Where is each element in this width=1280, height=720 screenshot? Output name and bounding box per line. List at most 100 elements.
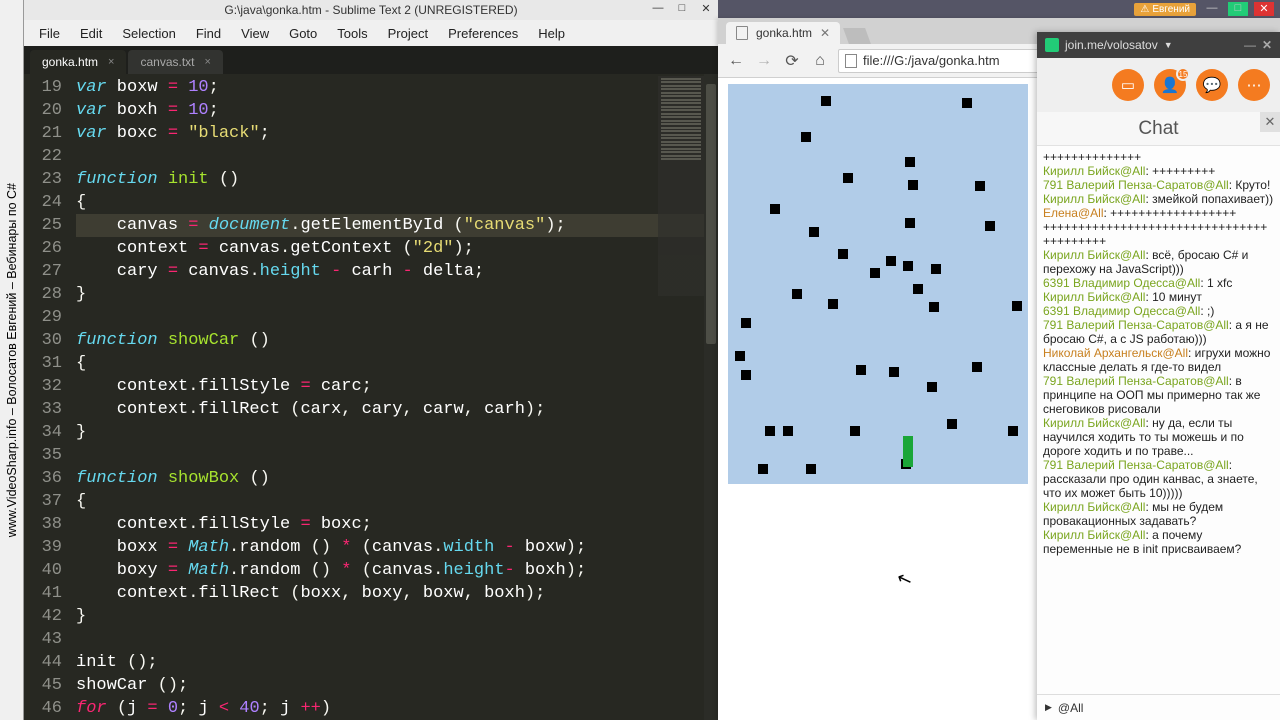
menu-edit[interactable]: Edit xyxy=(71,23,111,44)
participants-button[interactable]: 👤15 xyxy=(1154,69,1186,101)
vertical-credit-text: www.VideoSharp.info – Волосатов Евгений … xyxy=(5,183,19,537)
menu-file[interactable]: File xyxy=(30,23,69,44)
chat-close-button[interactable]: ✕ xyxy=(1260,112,1280,132)
tab-close-icon[interactable]: ✕ xyxy=(820,26,830,40)
chat-input-text: @All xyxy=(1058,701,1084,715)
menu-goto[interactable]: Goto xyxy=(280,23,326,44)
sublime-titlebar[interactable]: G:\java\gonka.htm - Sublime Text 2 (UNRE… xyxy=(24,0,718,20)
box-sprite xyxy=(1012,301,1022,311)
chat-title: Chat xyxy=(1138,118,1178,140)
tab-label: gonka.htm xyxy=(756,26,812,40)
mouse-cursor-icon: ↖ xyxy=(894,567,915,592)
box-sprite xyxy=(806,464,816,474)
code-editor[interactable]: 1920212223242526272829303132333435363738… xyxy=(24,74,718,720)
minimize-button[interactable]: — xyxy=(650,2,666,15)
vertical-credit-bar: www.VideoSharp.info – Волосатов Евгений … xyxy=(0,0,24,720)
minimap[interactable] xyxy=(658,76,704,296)
menu-project[interactable]: Project xyxy=(379,23,437,44)
chrome-user-badge[interactable]: ⚠ Евгений xyxy=(1134,3,1196,16)
tab-close-icon[interactable]: × xyxy=(205,56,211,68)
box-sprite xyxy=(903,261,913,271)
menu-help[interactable]: Help xyxy=(529,23,574,44)
os-minimize-button[interactable]: — xyxy=(1202,2,1222,16)
chat-message: ++++++++++++++++++++++++++++++++++++++++… xyxy=(1043,220,1274,248)
box-sprite xyxy=(905,218,915,228)
joinme-titlebar[interactable]: join.me/volosatov ▼ — ✕ xyxy=(1037,32,1280,58)
box-sprite xyxy=(735,351,745,361)
chat-message: 791 Валерий Пенза-Саратов@All: в принцип… xyxy=(1043,374,1274,416)
screen-share-button[interactable]: ▭ xyxy=(1112,69,1144,101)
maximize-button[interactable]: □ xyxy=(674,2,690,15)
menu-tools[interactable]: Tools xyxy=(328,23,376,44)
box-sprite xyxy=(828,299,838,309)
box-sprite xyxy=(889,367,899,377)
os-maximize-button[interactable]: □ xyxy=(1228,2,1248,16)
chat-message: Елена@All: ++++++++++++++++++ xyxy=(1043,206,1274,220)
chat-button[interactable]: 💬 xyxy=(1196,69,1228,101)
box-sprite xyxy=(770,204,780,214)
forward-button[interactable]: → xyxy=(754,51,774,71)
chat-message: 791 Валерий Пенза-Саратов@All: а я не бр… xyxy=(1043,318,1274,346)
home-button[interactable]: ⌂ xyxy=(810,51,830,71)
chat-message: Кирилл Бийск@All: а почему переменные не… xyxy=(1043,528,1274,556)
code-area[interactable]: var boxw = 10;var boxh = 10;var boxc = "… xyxy=(72,74,718,720)
browser-tab[interactable]: gonka.htm ✕ xyxy=(726,22,840,44)
scrollbar-thumb[interactable] xyxy=(706,84,716,344)
box-sprite xyxy=(975,181,985,191)
chat-messages[interactable]: ++++++++++++++Кирилл Бийск@All: ++++++++… xyxy=(1037,146,1280,694)
chat-message: Николай Архангельск@All: игрухи можно кл… xyxy=(1043,346,1274,374)
chat-message: Кирилл Бийск@All: ну да, если ты научилс… xyxy=(1043,416,1274,458)
box-sprite xyxy=(765,426,775,436)
joinme-close-button[interactable]: ✕ xyxy=(1262,38,1272,52)
box-sprite xyxy=(927,382,937,392)
back-button[interactable]: ← xyxy=(726,51,746,71)
new-tab-button[interactable] xyxy=(843,28,871,44)
box-sprite xyxy=(913,284,923,294)
caret-right-icon: ▶ xyxy=(1045,702,1052,713)
editor-tab[interactable]: canvas.txt× xyxy=(128,50,222,74)
close-button[interactable]: ✕ xyxy=(698,2,714,15)
sublime-menubar[interactable]: FileEditSelectionFindViewGotoToolsProjec… xyxy=(24,20,718,46)
menu-view[interactable]: View xyxy=(232,23,278,44)
chat-message: Кирилл Бийск@All: всё, бросаю C# и перех… xyxy=(1043,248,1274,276)
chat-message: 6391 Владимир Одесса@All: ;) xyxy=(1043,304,1274,318)
os-close-button[interactable]: ✕ xyxy=(1254,2,1274,16)
chat-message: Кирилл Бийск@All: +++++++++ xyxy=(1043,164,1274,178)
chat-message: Кирилл Бийск@All: 10 минут xyxy=(1043,290,1274,304)
participants-count: 15 xyxy=(1176,67,1190,81)
chat-message: Кирилл Бийск@All: мы не будем провакацио… xyxy=(1043,500,1274,528)
editor-tab[interactable]: gonka.htm× xyxy=(30,50,126,74)
menu-find[interactable]: Find xyxy=(187,23,230,44)
menu-preferences[interactable]: Preferences xyxy=(439,23,527,44)
page-icon xyxy=(736,26,748,40)
menu-selection[interactable]: Selection xyxy=(113,23,184,44)
box-sprite xyxy=(962,98,972,108)
box-sprite xyxy=(1008,426,1018,436)
box-sprite xyxy=(856,365,866,375)
box-sprite xyxy=(821,96,831,106)
chevron-down-icon[interactable]: ▼ xyxy=(1164,40,1173,50)
chat-header: Chat ✕ xyxy=(1037,112,1280,146)
canvas-area[interactable] xyxy=(728,84,1028,484)
box-sprite xyxy=(741,370,751,380)
box-sprite xyxy=(838,249,848,259)
box-sprite xyxy=(972,362,982,372)
chat-message: 791 Валерий Пенза-Саратов@All: рассказал… xyxy=(1043,458,1274,500)
joinme-minimize-button[interactable]: — xyxy=(1244,38,1256,52)
sublime-window: G:\java\gonka.htm - Sublime Text 2 (UNRE… xyxy=(24,0,718,720)
joinme-title: join.me/volosatov xyxy=(1065,38,1158,52)
line-gutter: 1920212223242526272829303132333435363738… xyxy=(24,74,72,720)
editor-scrollbar[interactable] xyxy=(704,74,718,720)
box-sprite xyxy=(792,289,802,299)
chat-message: Кирилл Бийск@All: змейкой попахивает)) xyxy=(1043,192,1274,206)
chat-input[interactable]: ▶ @All xyxy=(1037,694,1280,720)
more-button[interactable]: ⋯ xyxy=(1238,69,1270,101)
box-sprite xyxy=(801,132,811,142)
joinme-toolbar: ▭ 👤15 💬 ⋯ xyxy=(1037,58,1280,112)
box-sprite xyxy=(985,221,995,231)
box-sprite xyxy=(929,302,939,312)
sublime-tabbar[interactable]: gonka.htm×canvas.txt× xyxy=(24,46,718,74)
reload-button[interactable]: ⟳ xyxy=(782,51,802,71)
box-sprite xyxy=(947,419,957,429)
tab-close-icon[interactable]: × xyxy=(108,56,114,68)
